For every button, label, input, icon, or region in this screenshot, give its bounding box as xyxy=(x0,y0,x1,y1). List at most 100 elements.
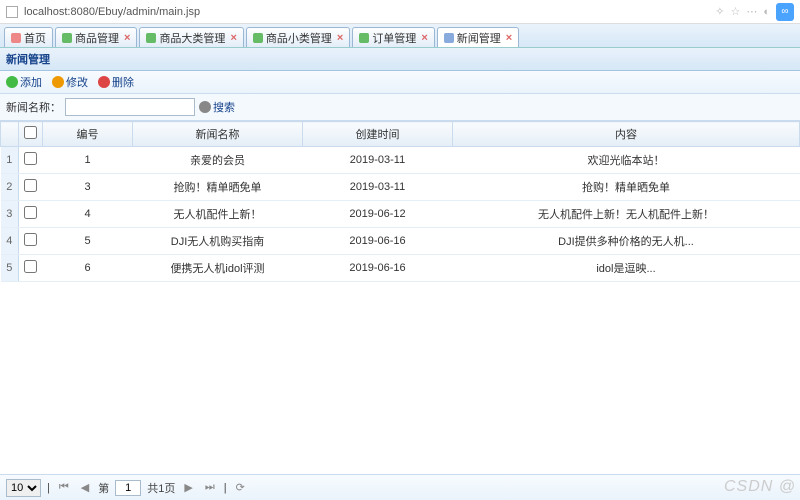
tab-label: 首页 xyxy=(24,30,46,46)
grid: 编号 新闻名称 创建时间 内容 1 1 亲爱的会员 2019-03-11 欢迎光… xyxy=(0,121,800,461)
name-cell: 便携无人机idol评测 xyxy=(133,255,303,282)
page-input[interactable] xyxy=(115,480,141,496)
search-input[interactable] xyxy=(65,98,195,116)
content-cell: DJI提供多种价格的无人机... xyxy=(453,228,800,255)
id-cell: 1 xyxy=(43,147,133,174)
table-row[interactable]: 3 4 无人机配件上新！ 2019-06-12 无人机配件上新！无人机配件上新！ xyxy=(1,201,800,228)
time-cell: 2019-03-11 xyxy=(303,174,453,201)
tab-news[interactable]: 新闻管理 × xyxy=(437,27,519,47)
rownum-cell: 2 xyxy=(1,174,19,201)
col-rownum xyxy=(1,122,19,147)
table-row[interactable]: 4 5 DJI无人机购买指南 2019-06-16 DJI提供多种价格的无人机.… xyxy=(1,228,800,255)
grid-icon xyxy=(359,33,369,43)
time-cell: 2019-06-16 xyxy=(303,228,453,255)
rownum-cell: 4 xyxy=(1,228,19,255)
search-label: 新闻名称： xyxy=(6,99,61,115)
close-icon[interactable]: × xyxy=(506,32,512,44)
content-cell: 无人机配件上新！无人机配件上新！ xyxy=(453,201,800,228)
dots-icon[interactable]: ⋯ xyxy=(746,5,757,18)
ext-icon[interactable]: ∞ xyxy=(776,3,794,21)
search-icon xyxy=(199,101,211,113)
page-icon xyxy=(6,6,18,18)
row-checkbox[interactable] xyxy=(24,233,37,246)
pagesize-select[interactable]: 10 xyxy=(6,479,41,497)
circle-icon[interactable]: ◐ xyxy=(763,6,770,18)
name-cell: 亲爱的会员 xyxy=(133,147,303,174)
search-bar: 新闻名称： 搜索 xyxy=(0,94,800,121)
table-row[interactable]: 2 3 抢购！精单晒免单 2019-03-11 抢购！精单晒免单 xyxy=(1,174,800,201)
tab-label: 商品管理 xyxy=(75,30,119,46)
tab-smallcat[interactable]: 商品小类管理 × xyxy=(246,27,350,47)
first-button[interactable]: ⏮ xyxy=(56,481,72,494)
minus-icon xyxy=(98,76,110,88)
news-icon xyxy=(444,33,454,43)
pencil-icon xyxy=(52,76,64,88)
star-icon[interactable]: ☆ xyxy=(730,5,740,18)
plus-icon xyxy=(6,76,18,88)
content-cell: 抢购！精单晒免单 xyxy=(453,174,800,201)
grid-icon xyxy=(253,33,263,43)
close-icon[interactable]: × xyxy=(124,32,130,44)
tab-label: 订单管理 xyxy=(372,30,416,46)
col-content[interactable]: 内容 xyxy=(453,122,800,147)
rownum-cell: 3 xyxy=(1,201,19,228)
delete-button[interactable]: 删除 xyxy=(98,74,134,90)
panel-title: 新闻管理 xyxy=(0,48,800,71)
tab-product[interactable]: 商品管理 × xyxy=(55,27,137,47)
rownum-cell: 1 xyxy=(1,147,19,174)
check-cell[interactable] xyxy=(19,228,43,255)
id-cell: 4 xyxy=(43,201,133,228)
home-icon xyxy=(11,33,21,43)
prev-button[interactable]: ◀ xyxy=(78,481,92,494)
addressbar-right: ✧ ☆ ⋯ ◐ ∞ xyxy=(715,3,794,21)
rownum-cell: 5 xyxy=(1,255,19,282)
content-cell: 欢迎光临本站！ xyxy=(453,147,800,174)
id-cell: 6 xyxy=(43,255,133,282)
row-checkbox[interactable] xyxy=(24,152,37,165)
next-button[interactable]: ▶ xyxy=(181,481,195,494)
close-icon[interactable]: × xyxy=(230,32,236,44)
tab-order[interactable]: 订单管理 × xyxy=(352,27,434,47)
grid-icon xyxy=(62,33,72,43)
add-button[interactable]: 添加 xyxy=(6,74,42,90)
col-id[interactable]: 编号 xyxy=(43,122,133,147)
refresh-button[interactable]: ⟳ xyxy=(233,481,248,494)
check-cell[interactable] xyxy=(19,174,43,201)
close-icon[interactable]: × xyxy=(337,32,343,44)
close-icon[interactable]: × xyxy=(421,32,427,44)
check-cell[interactable] xyxy=(19,147,43,174)
name-cell: DJI无人机购买指南 xyxy=(133,228,303,255)
col-name[interactable]: 新闻名称 xyxy=(133,122,303,147)
time-cell: 2019-03-11 xyxy=(303,147,453,174)
tab-label: 新闻管理 xyxy=(457,30,501,46)
col-check[interactable] xyxy=(19,122,43,147)
id-cell: 5 xyxy=(43,228,133,255)
grid-icon xyxy=(146,33,156,43)
row-checkbox[interactable] xyxy=(24,206,37,219)
id-cell: 3 xyxy=(43,174,133,201)
checkbox-all[interactable] xyxy=(24,126,37,139)
time-cell: 2019-06-12 xyxy=(303,201,453,228)
row-checkbox[interactable] xyxy=(24,260,37,273)
tab-bigcat[interactable]: 商品大类管理 × xyxy=(139,27,243,47)
wand-icon[interactable]: ✧ xyxy=(715,5,724,18)
tab-label: 商品大类管理 xyxy=(159,30,225,46)
url-text: localhost:8080/Ebuy/admin/main.jsp xyxy=(24,6,200,18)
check-cell[interactable] xyxy=(19,255,43,282)
tab-home[interactable]: 首页 xyxy=(4,27,53,47)
edit-button[interactable]: 修改 xyxy=(52,74,88,90)
check-cell[interactable] xyxy=(19,201,43,228)
pager: 10 | ⏮ ◀ 第 共1页 ▶ ⏭ | ⟳ xyxy=(0,474,800,500)
col-time[interactable]: 创建时间 xyxy=(303,122,453,147)
tab-label: 商品小类管理 xyxy=(266,30,332,46)
row-checkbox[interactable] xyxy=(24,179,37,192)
address-bar: localhost:8080/Ebuy/admin/main.jsp ✧ ☆ ⋯… xyxy=(0,0,800,24)
tab-strip: 首页 商品管理 × 商品大类管理 × 商品小类管理 × 订单管理 × 新闻管理 × xyxy=(0,24,800,48)
table-row[interactable]: 1 1 亲爱的会员 2019-03-11 欢迎光临本站！ xyxy=(1,147,800,174)
header-row: 编号 新闻名称 创建时间 内容 xyxy=(1,122,800,147)
last-button[interactable]: ⏭ xyxy=(202,481,218,494)
search-button[interactable]: 搜索 xyxy=(199,99,235,115)
table-row[interactable]: 5 6 便携无人机idol评测 2019-06-16 idol是逗映... xyxy=(1,255,800,282)
toolbar: 添加 修改 删除 xyxy=(0,71,800,94)
content-cell: idol是逗映... xyxy=(453,255,800,282)
